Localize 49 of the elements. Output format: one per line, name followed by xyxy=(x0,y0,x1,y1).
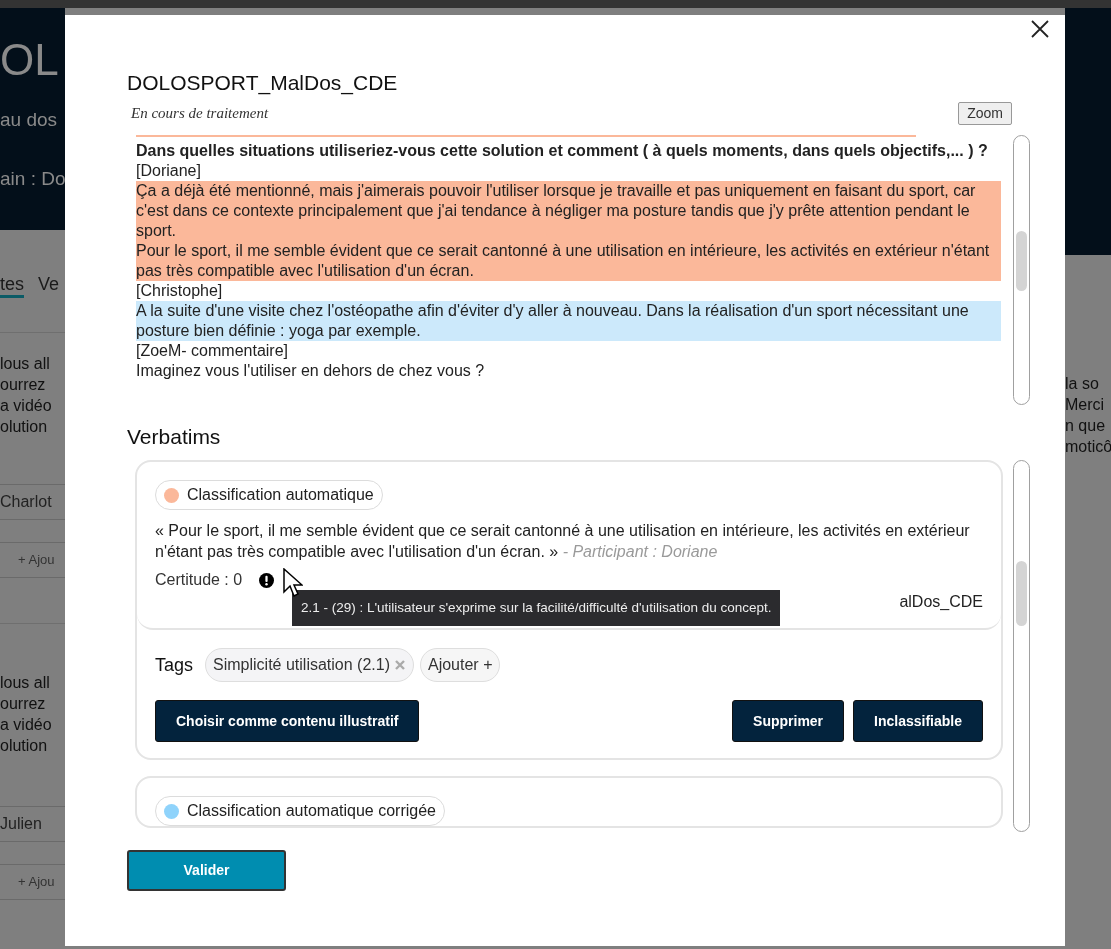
speaker-name: [ZoeM- commentaire] xyxy=(136,340,290,361)
illustrate-button[interactable]: Choisir comme contenu illustratif xyxy=(155,700,420,742)
tab[interactable]: Ve xyxy=(38,274,60,298)
highlighted-quote: A la suite d'une visite chez l'ostéopathe afin d'éviter d'y aller à nouveau. Dans la réalisation d'un sport nécessitant une posture bien définie : yoga par exemple. xyxy=(136,300,1001,341)
header-text: ain : Do xyxy=(0,166,65,191)
verbatim-quote: « Pour le sport, il me semble évident que ce serait cantonné à une utilisation en intérieure, les activités en extérieur n'étant pas très compatible avec l'utilisation d'un écran. » - Participant : Doriane xyxy=(155,521,971,562)
delete-button[interactable]: Supprimer xyxy=(732,700,845,742)
certainty-text: Certitude : 0 xyxy=(155,570,243,590)
highlighted-quote: Ça a déjà été mentionné, mais j'aimerais pouvoir l'utiliser lorsque je travaille et pas uniquement en faisant du sport, car c'est dans ce contexte principalement que j'ai tendance à négliger ma posture tandis que j'y prête attention pendant le sport. xyxy=(136,180,1001,241)
status-text: En cours de traitement xyxy=(130,104,269,123)
scrollbar[interactable] xyxy=(1013,460,1030,832)
badge-label: Classification automatique xyxy=(187,485,374,505)
scrollbar-thumb[interactable] xyxy=(1016,561,1027,626)
zoom-button[interactable]: Zoom xyxy=(958,101,1012,125)
transcript-text: Imaginez vous l'utiliser en dehors de chez vous ? xyxy=(136,360,486,381)
body-text: la so xyxy=(1065,374,1100,394)
add-tag-button[interactable]: Ajouter + xyxy=(420,648,501,682)
speaker-name: [Christophe] xyxy=(136,280,224,301)
highlighted-quote: Pour le sport, il me semble évident que ce serait cantonné à une utilisation en intérieure, les activités en extérieur n'étant pas très compatible avec l'utilisation d'un écran. xyxy=(136,240,1001,281)
info-icon[interactable] xyxy=(259,572,275,588)
body-text: lous all xyxy=(0,354,51,374)
header-text: au dos xyxy=(0,108,59,132)
body-text: moticô xyxy=(1065,437,1111,457)
body-text: a vidéo xyxy=(0,396,53,416)
speaker-name: [Doriane] xyxy=(136,160,202,181)
badge-label: Classification automatique corrigée xyxy=(187,801,436,821)
validate-button[interactable]: Valider xyxy=(127,850,286,891)
question-text: Dans quelles situations utiliseriez-vous cette solution et comment ( à quels moments, dans quels objectifs,... ) ? xyxy=(136,140,989,161)
logo-text: OL xyxy=(0,34,59,86)
scrollbar-thumb[interactable] xyxy=(1016,230,1027,291)
body-text: olution xyxy=(0,417,49,437)
modal-title: DOLOSPORT_MalDos_CDE xyxy=(127,70,399,97)
section-heading: Verbatims xyxy=(127,423,222,450)
body-text: a vidéo xyxy=(0,715,53,735)
body-text: olution xyxy=(0,736,49,756)
scrollbar[interactable] xyxy=(1013,134,1030,405)
unclassifiable-button[interactable]: Inclassifiable xyxy=(853,700,983,742)
source-text: alDos_CDE xyxy=(899,592,983,612)
tab[interactable]: tes xyxy=(0,274,24,298)
body-text: ourrez xyxy=(0,375,47,395)
body-text: lous all xyxy=(0,673,51,693)
body-text: ourrez xyxy=(0,694,47,714)
tags-label: Tags xyxy=(155,653,194,677)
body-text: n que xyxy=(1065,416,1107,436)
tag-label: Simplicité utilisation (2.1) xyxy=(213,655,390,675)
tooltip: 2.1 - (29) : L'utilisateur s'exprime sur la facilité/difficulté d'utilisation du concept. xyxy=(292,590,781,626)
cursor-icon xyxy=(283,568,303,598)
body-text: Merci xyxy=(1065,395,1106,415)
close-icon[interactable] xyxy=(1030,19,1050,39)
